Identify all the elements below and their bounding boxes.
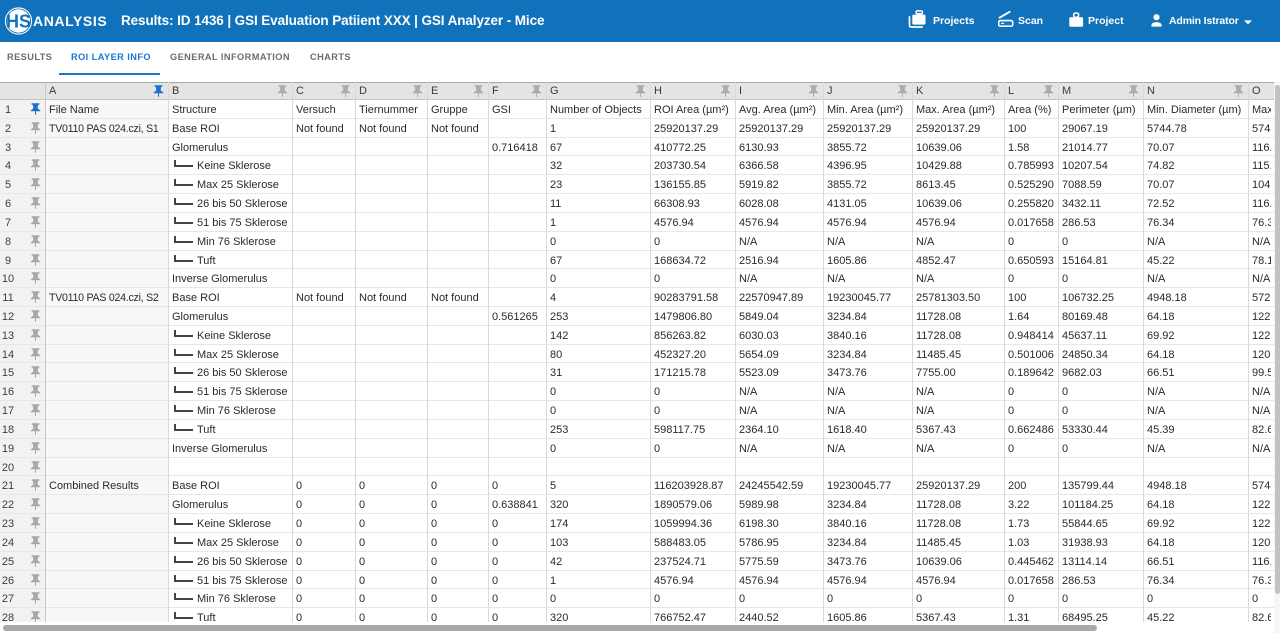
svg-text:HS: HS xyxy=(6,11,31,31)
